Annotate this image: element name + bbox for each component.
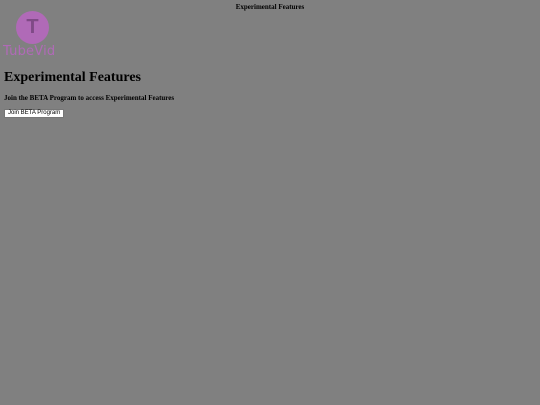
window-title: Experimental Features: [235, 3, 305, 11]
beta-program-subtitle: Join the BETA Program to access Experime…: [4, 94, 175, 102]
logo-letter: T: [26, 16, 39, 38]
page-title: Experimental Features: [4, 70, 141, 85]
tubevid-logo-icon: T: [16, 11, 49, 44]
join-beta-program-button[interactable]: Join BETA Program: [4, 109, 65, 118]
tubevid-logo: T TubeVid: [3, 11, 60, 61]
logo-wordmark: TubeVid: [3, 44, 56, 59]
